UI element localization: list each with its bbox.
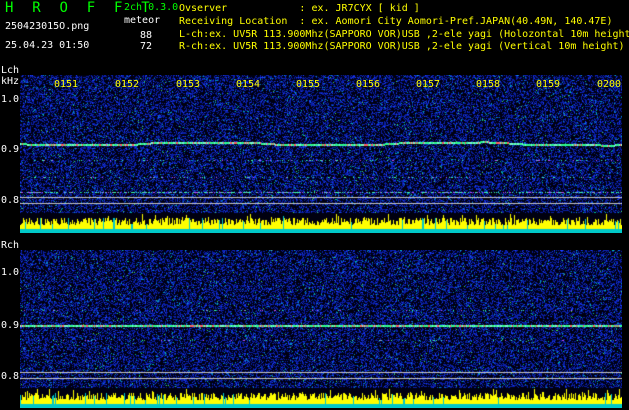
lch-meteor-count: 88 [139,30,152,41]
location-info: Receiving Location : ex. Aomori City Aom… [179,16,613,27]
time-tick: 0153 [176,79,201,90]
rch-meteor-count: 72 [139,41,152,52]
time-tick: 0158 [476,79,501,90]
lch-unit-label: kHz [1,76,20,87]
lch-y-label-0-9: 0.9 [1,144,20,155]
datetime-label: 25.04.23 01:50 [5,40,90,51]
time-tick: 0156 [356,79,381,90]
time-tick: 0159 [536,79,561,90]
rch-y-label-1-0: 1.0 [1,267,20,278]
time-tick: 0151 [54,79,79,90]
time-tick: 0152 [115,79,140,90]
lch-spectrogram [20,75,622,233]
lch-y-label-0-8: 0.8 [1,195,20,206]
lch-receiver-info: L-ch:ex. UV5R 113.900Mhz(SAPPORO VOR)USB… [179,29,629,40]
rch-label: Rch [1,240,20,251]
observer-info: Ovserver : ex. JR7CYX [ kid ] [179,3,420,14]
rch-y-label-0-9: 0.9 [1,320,20,331]
time-tick: 0200 [597,79,622,90]
channel-mode-label: 2ch 0.3.0 [124,2,179,13]
time-tick: 0154 [236,79,261,90]
filename-label: 250423015O.png [5,21,90,32]
time-tick: 0155 [296,79,321,90]
rch-y-label-0-8: 0.8 [1,371,20,382]
lch-waterfall-canvas [20,75,622,233]
lch-y-label-1-0: 1.0 [1,94,20,105]
rch-waterfall-canvas [20,250,622,408]
lch-label: Lch [1,65,20,76]
time-tick: 0157 [416,79,441,90]
rch-spectrogram [20,250,622,408]
rch-receiver-info: R-ch:ex. UV5R 113.900Mhz(SAPPORO VOR)USB… [179,41,625,52]
detection-label: meteor [124,15,161,26]
